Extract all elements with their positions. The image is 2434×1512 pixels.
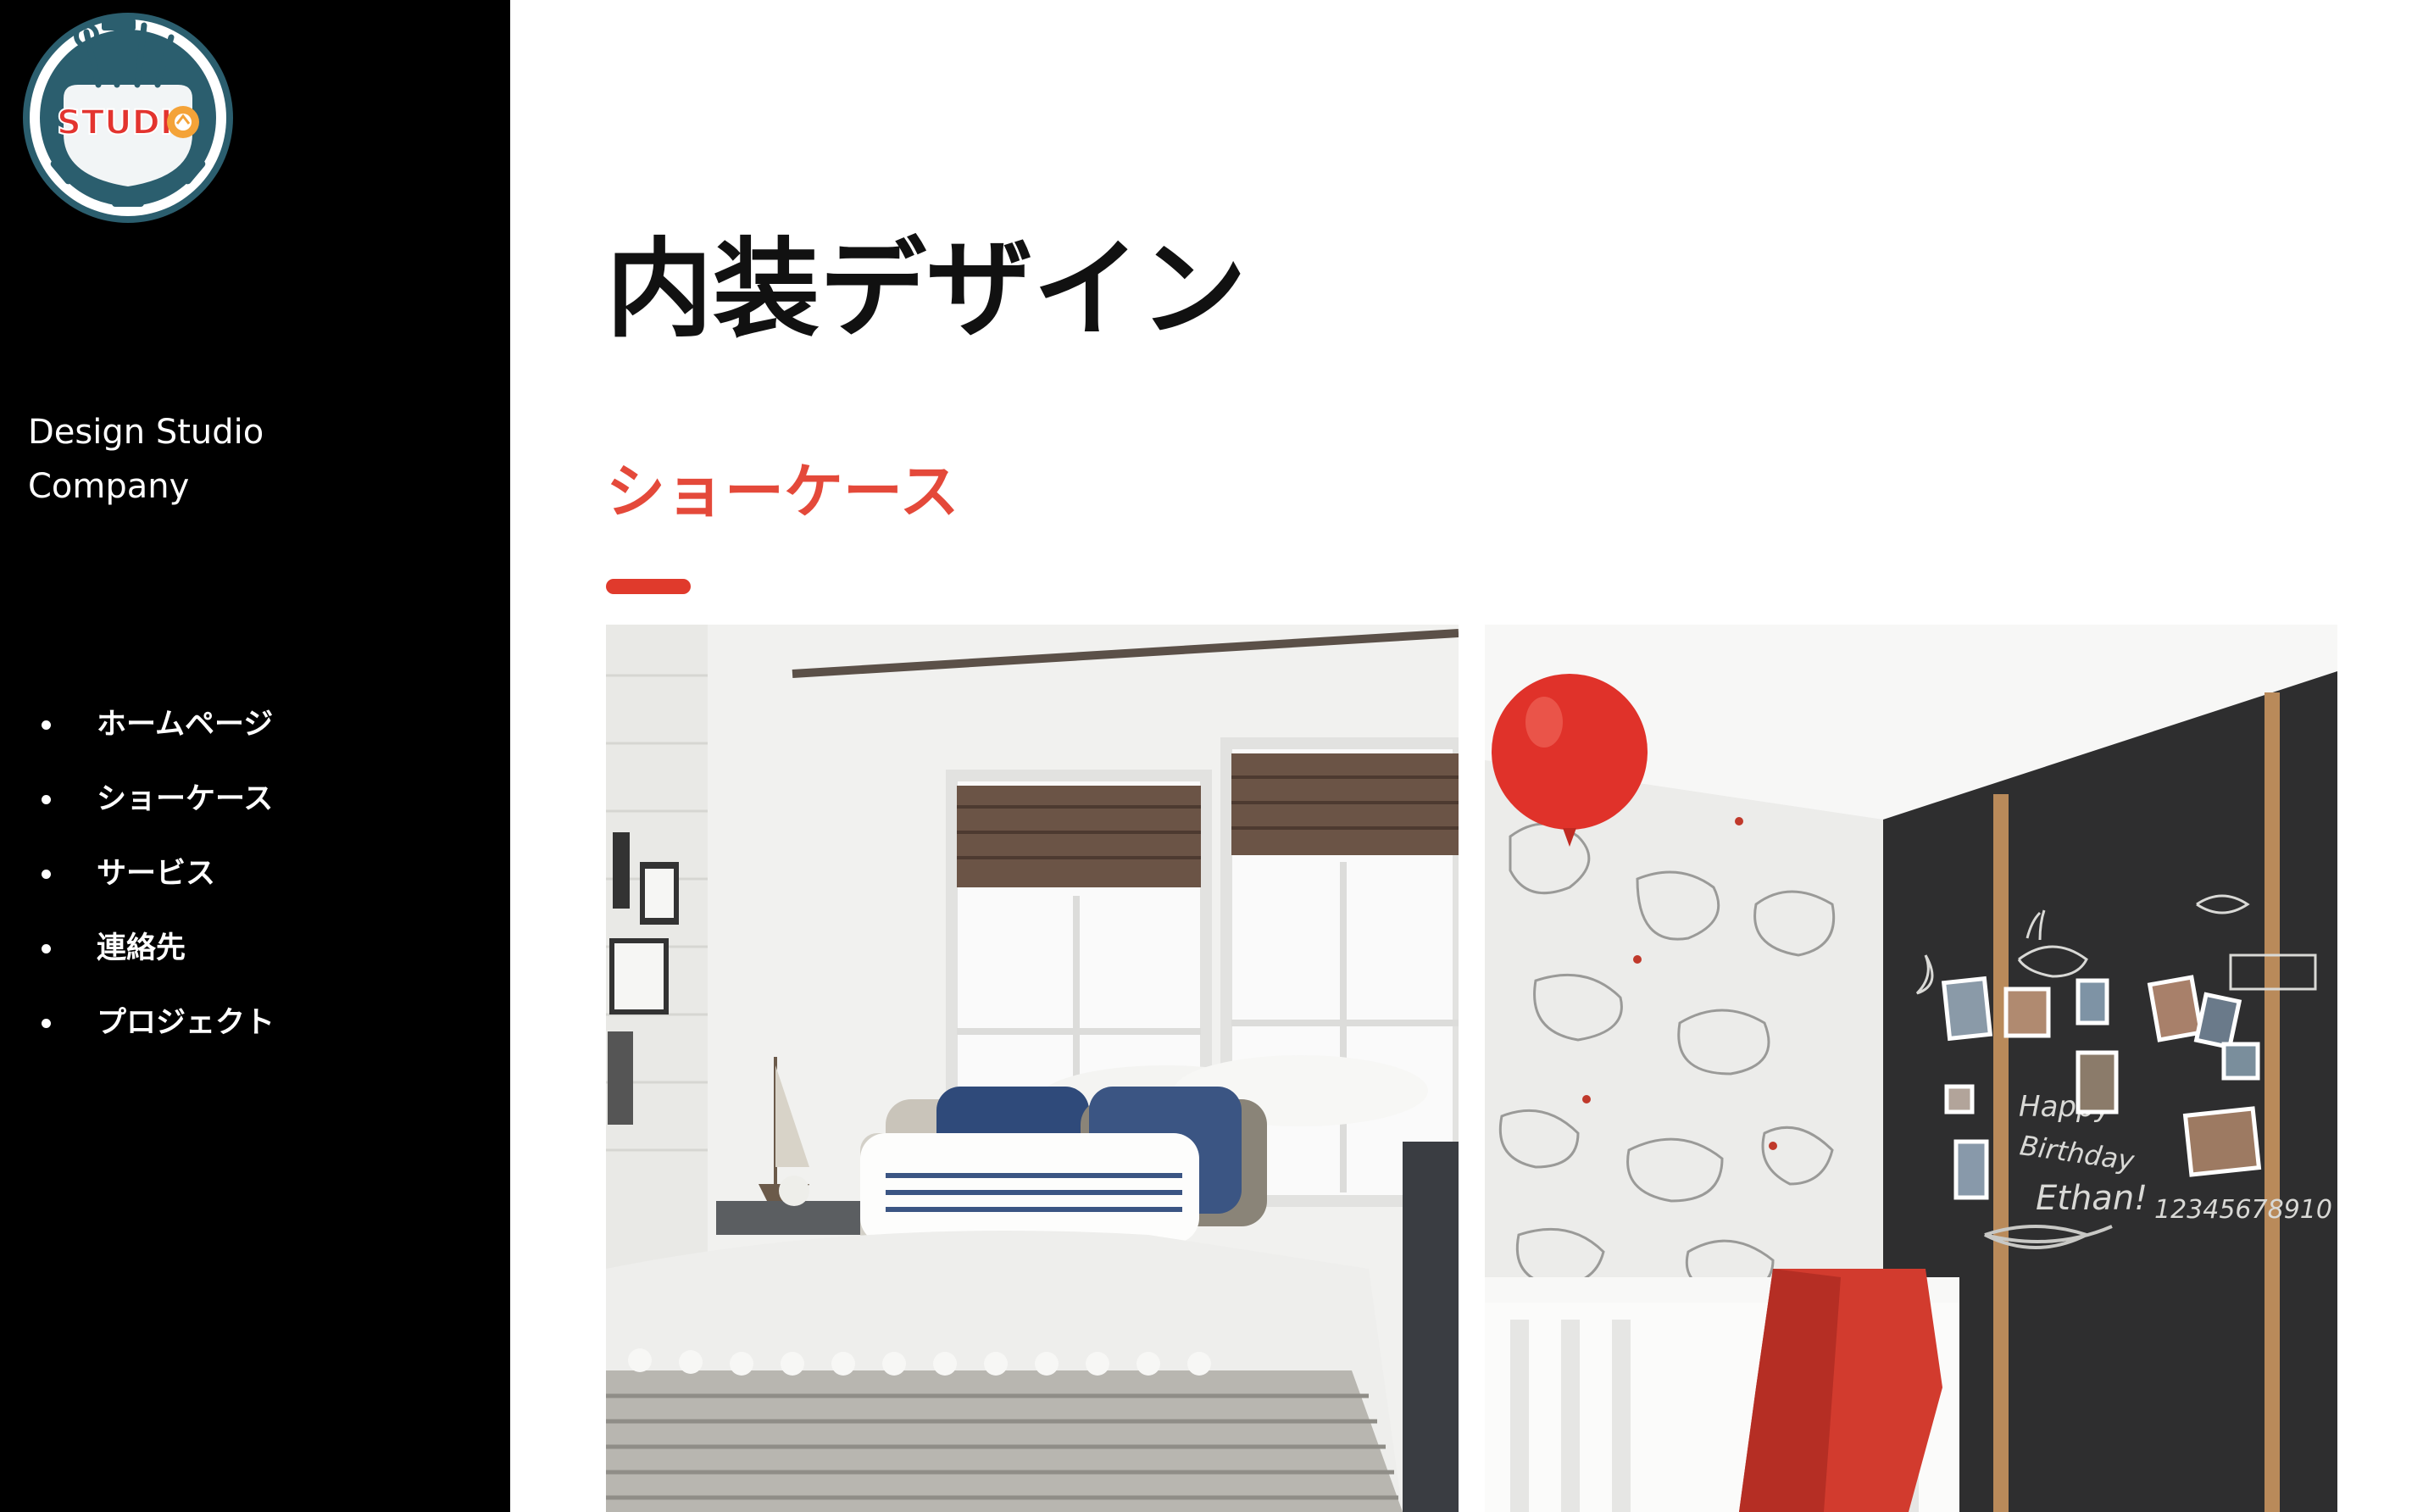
sidebar: STUDI Design Studio Company ホームページ ショーケー… [0,0,510,1512]
nav-label[interactable]: ショーケース [97,770,273,829]
nav-label[interactable]: プロジェクト [97,993,275,1053]
bullet-icon [42,720,51,730]
nav-label[interactable]: ホームページ [97,695,273,754]
company-name: Design Studio Company [28,413,264,506]
section-underline [606,579,691,594]
chalk-numbers: 12345678910 [2154,1195,2332,1225]
bullet-icon [42,795,51,804]
svg-text:STUDI: STUDI [57,103,173,142]
chalk-ethan: Ethan! [2036,1179,2148,1218]
bullet-icon [42,944,51,953]
section-title: ショーケース [606,457,959,526]
page-title: 内装デザイン [606,227,1247,352]
nav-label[interactable]: サービス [97,844,215,903]
bullet-icon [42,1019,51,1028]
nav-label[interactable]: 連絡先 [97,919,186,978]
bedroom-photo[interactable] [606,625,1459,1512]
main-content: 内装デザイン ショーケース Happy Birthday Ethan! 1234… [510,0,2434,1512]
nursery-photo[interactable]: Happy Birthday Ethan! 12345678910 [1485,625,2337,1512]
bullet-icon [42,870,51,879]
studio-logo[interactable]: STUDI [17,7,239,229]
